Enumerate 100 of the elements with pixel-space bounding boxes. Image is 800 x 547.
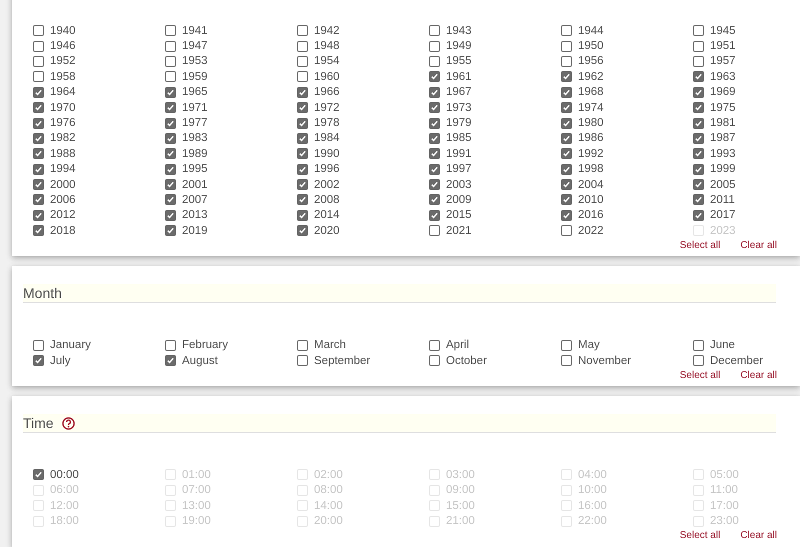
checkbox[interactable] (297, 340, 308, 351)
checkbox[interactable] (297, 40, 308, 52)
checkbox[interactable] (561, 86, 572, 98)
checkbox[interactable] (165, 86, 176, 98)
checkbox[interactable] (693, 179, 704, 190)
checkbox[interactable] (297, 179, 308, 190)
checkbox[interactable] (561, 40, 572, 52)
checkbox[interactable] (165, 102, 176, 114)
checkbox[interactable] (165, 148, 176, 160)
checkbox[interactable] (297, 71, 308, 82)
checkbox[interactable] (33, 355, 44, 366)
checkbox[interactable] (429, 340, 440, 351)
checkbox[interactable] (297, 210, 308, 221)
checkbox[interactable] (561, 56, 572, 67)
checkbox[interactable] (429, 102, 440, 114)
checkbox[interactable] (429, 56, 440, 67)
checkbox[interactable] (429, 118, 440, 129)
checkbox[interactable] (165, 210, 176, 221)
checkbox[interactable] (33, 179, 44, 190)
checkbox[interactable] (33, 86, 44, 98)
action-link[interactable]: Clear all (740, 530, 777, 542)
checkbox[interactable] (561, 71, 572, 82)
checkbox[interactable] (165, 71, 176, 82)
checkbox[interactable] (165, 340, 176, 351)
checkbox[interactable] (693, 340, 704, 351)
checkbox[interactable] (165, 179, 176, 190)
checkbox[interactable] (693, 164, 704, 175)
checkbox[interactable] (33, 340, 44, 351)
checkbox[interactable] (693, 118, 704, 129)
checkbox[interactable] (33, 148, 44, 160)
checkbox[interactable] (297, 86, 308, 98)
action-link[interactable]: Select all (680, 530, 720, 542)
checkbox[interactable] (429, 40, 440, 52)
action-link[interactable]: Select all (680, 240, 720, 252)
checkbox[interactable] (33, 210, 44, 221)
checkbox[interactable] (297, 164, 308, 175)
checkbox[interactable] (165, 164, 176, 175)
checkbox[interactable] (561, 194, 572, 206)
checkbox[interactable] (429, 225, 440, 236)
checkbox[interactable] (297, 194, 308, 206)
checkbox[interactable] (165, 194, 176, 206)
checkbox[interactable] (561, 340, 572, 351)
checkbox[interactable] (561, 132, 572, 144)
checkbox[interactable] (297, 56, 308, 67)
checkbox[interactable] (33, 102, 44, 114)
checkbox[interactable] (561, 179, 572, 190)
checkbox[interactable] (165, 132, 176, 144)
checkbox[interactable] (429, 25, 440, 36)
checkbox[interactable] (33, 194, 44, 206)
checkbox[interactable] (429, 179, 440, 190)
checkbox[interactable] (33, 164, 44, 175)
checkbox[interactable] (33, 469, 44, 480)
checkbox[interactable] (561, 102, 572, 114)
checkbox[interactable] (693, 86, 704, 98)
checkbox[interactable] (693, 56, 704, 67)
checkbox[interactable] (693, 25, 704, 36)
checkbox[interactable] (693, 210, 704, 221)
checkbox[interactable] (429, 148, 440, 160)
checkbox[interactable] (33, 132, 44, 144)
checkbox[interactable] (693, 355, 704, 366)
checkbox[interactable] (429, 164, 440, 175)
checkbox[interactable] (561, 25, 572, 36)
action-link[interactable]: Select all (680, 370, 720, 382)
action-link[interactable]: Clear all (740, 370, 777, 382)
checkbox[interactable] (297, 25, 308, 36)
checkbox[interactable] (693, 194, 704, 206)
checkbox[interactable] (561, 210, 572, 221)
checkbox[interactable] (693, 148, 704, 160)
checkbox[interactable] (165, 25, 176, 36)
checkbox[interactable] (429, 132, 440, 144)
checkbox[interactable] (693, 132, 704, 144)
checkbox[interactable] (561, 164, 572, 175)
checkbox[interactable] (297, 355, 308, 366)
checkbox[interactable] (33, 225, 44, 236)
checkbox[interactable] (561, 355, 572, 366)
checkbox[interactable] (33, 40, 44, 52)
checkbox[interactable] (165, 56, 176, 67)
checkbox[interactable] (429, 355, 440, 366)
checkbox[interactable] (561, 148, 572, 160)
checkbox[interactable] (429, 86, 440, 98)
checkbox[interactable] (297, 225, 308, 236)
checkbox[interactable] (33, 118, 44, 129)
checkbox[interactable] (429, 210, 440, 221)
checkbox[interactable] (297, 118, 308, 129)
checkbox[interactable] (33, 25, 44, 36)
checkbox[interactable] (33, 71, 44, 82)
checkbox[interactable] (297, 132, 308, 144)
checkbox[interactable] (693, 40, 704, 52)
checkbox[interactable] (165, 118, 176, 129)
checkbox[interactable] (165, 225, 176, 236)
checkbox[interactable] (165, 355, 176, 366)
checkbox[interactable] (429, 194, 440, 206)
checkbox[interactable] (561, 225, 572, 236)
checkbox[interactable] (297, 102, 308, 114)
checkbox[interactable] (297, 148, 308, 160)
action-link[interactable]: Clear all (740, 240, 777, 252)
checkbox[interactable] (561, 118, 572, 129)
checkbox[interactable] (165, 40, 176, 52)
help-icon[interactable] (62, 416, 75, 430)
checkbox[interactable] (693, 102, 704, 114)
